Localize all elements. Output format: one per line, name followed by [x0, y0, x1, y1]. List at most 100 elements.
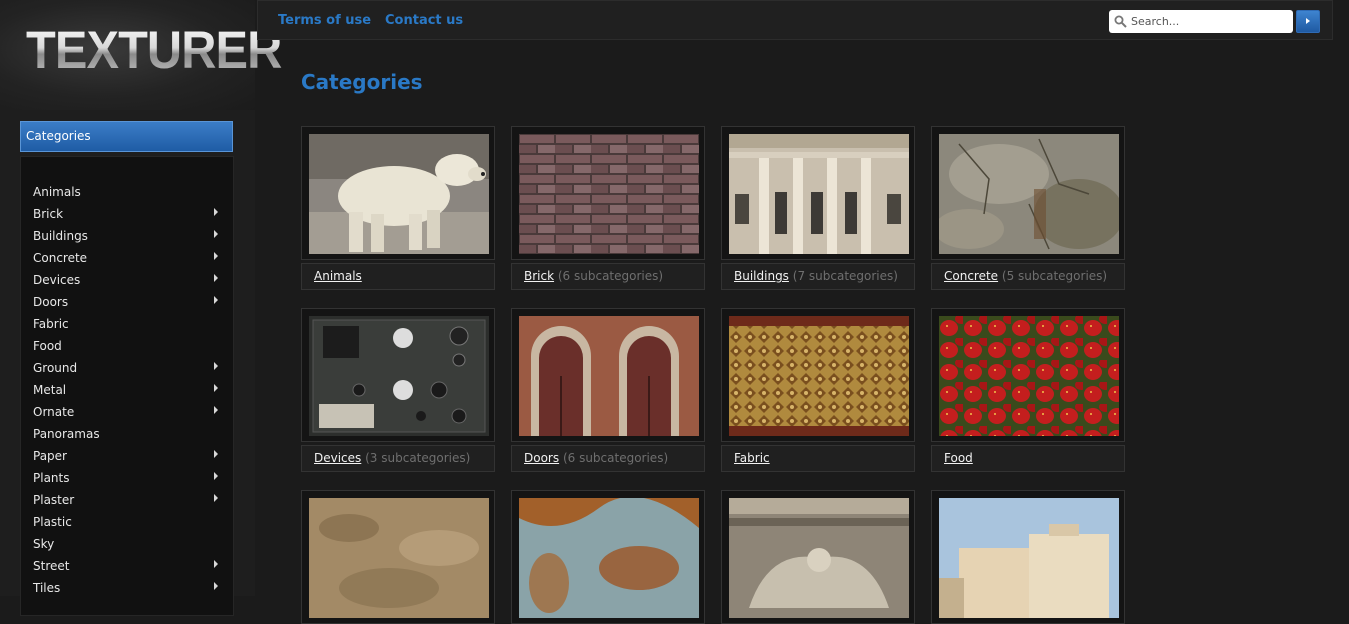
search-input[interactable] [1131, 12, 1289, 30]
control-panel-image [309, 316, 489, 436]
logo-area: TEXTURER [0, 0, 282, 110]
category-thumbnail[interactable] [301, 308, 495, 442]
sidebar-item-plants[interactable]: Plants [21, 467, 233, 489]
page-title: Categories [301, 70, 423, 94]
sidebar-item-label: Doors [33, 295, 69, 309]
sidebar-item-ornate[interactable]: Ornate [21, 401, 233, 423]
contact-us-link[interactable]: Contact us [385, 13, 463, 28]
category-thumbnail[interactable] [301, 126, 495, 260]
category-label: Doors (6 subcategories) [511, 445, 705, 472]
sidebar-item-label: Devices [33, 273, 81, 287]
chevron-right-icon [214, 560, 218, 568]
sidebar-item-label: Concrete [33, 251, 88, 265]
sidebar-item-label: Animals [33, 185, 81, 199]
sidebar-item-label: Food [33, 339, 62, 353]
city-panorama-image [939, 498, 1119, 618]
category-link[interactable]: Doors [524, 451, 559, 465]
category-label: Devices (3 subcategories) [301, 445, 495, 472]
category-thumbnail[interactable] [511, 490, 705, 624]
category-thumbnail[interactable] [721, 490, 915, 624]
ornate-relief-image [729, 498, 909, 618]
chevron-right-icon [214, 252, 218, 260]
chevron-right-icon [214, 296, 218, 304]
sidebar-item-food[interactable]: Food [21, 335, 233, 357]
search-submit-button[interactable] [1296, 10, 1320, 33]
sidebar-item-label: Sky [33, 537, 55, 551]
subcategory-count: (6 subcategories) [557, 269, 664, 283]
top-nav-bar: Terms of use Contact us [257, 0, 1333, 40]
sidebar-item-label: Panoramas [33, 427, 100, 441]
rusty-metal-image [519, 498, 699, 618]
terms-of-use-link[interactable]: Terms of use [278, 13, 371, 28]
sidebar-item-animals[interactable]: Animals [21, 181, 233, 203]
category-link[interactable]: Buildings [734, 269, 789, 283]
sidebar-item-label: Paper [33, 449, 67, 463]
category-link[interactable]: Animals [314, 269, 362, 283]
sidebar-item-buildings[interactable]: Buildings [21, 225, 233, 247]
arched-doors-image [519, 316, 699, 436]
chevron-right-icon [214, 362, 218, 370]
category-label: Concrete (5 subcategories) [931, 263, 1125, 290]
sidebar-item-label: Plaster [33, 493, 75, 507]
concrete-wall-image [939, 134, 1119, 254]
sidebar-item-paper[interactable]: Paper [21, 445, 233, 467]
category-link[interactable]: Food [944, 451, 973, 465]
category-thumbnail[interactable] [931, 308, 1125, 442]
patterned-fabric-image [729, 316, 909, 436]
play-arrow-icon [1306, 18, 1310, 24]
category-label: Buildings (7 subcategories) [721, 263, 915, 290]
chevron-right-icon [214, 274, 218, 282]
category-thumbnail[interactable] [301, 490, 495, 624]
chevron-right-icon [214, 230, 218, 238]
chevron-right-icon [214, 406, 218, 414]
sidebar-item-doors[interactable]: Doors [21, 291, 233, 313]
sidebar-item-label: Ground [33, 361, 78, 375]
sidebar-header[interactable]: Categories [20, 121, 233, 152]
chevron-right-icon [214, 450, 218, 458]
sidebar-item-concrete[interactable]: Concrete [21, 247, 233, 269]
sidebar-item-plaster[interactable]: Plaster [21, 489, 233, 511]
category-list: Animals Brick Buildings Concrete Devices… [20, 156, 234, 616]
sidebar-item-label: Buildings [33, 229, 88, 243]
sidebar-item-sky[interactable]: Sky [21, 533, 233, 555]
subcategory-count: (7 subcategories) [792, 269, 898, 283]
category-link[interactable]: Fabric [734, 451, 770, 465]
category-thumbnail[interactable] [511, 126, 705, 260]
sidebar: TEXTURER Categories Animals Brick Buildi… [0, 0, 282, 616]
sidebar-item-fabric[interactable]: Fabric [21, 313, 233, 335]
category-label: Fabric [721, 445, 915, 472]
category-label: Brick (6 subcategories) [511, 263, 705, 290]
category-thumbnail[interactable] [511, 308, 705, 442]
chevron-right-icon [214, 384, 218, 392]
category-label: Animals [301, 263, 495, 290]
sidebar-item-label: Brick [33, 207, 64, 221]
brick-wall-image [519, 134, 699, 254]
category-link[interactable]: Concrete [944, 269, 998, 283]
category-thumbnail[interactable] [931, 490, 1125, 624]
sidebar-item-metal[interactable]: Metal [21, 379, 233, 401]
category-link[interactable]: Devices [314, 451, 361, 465]
sidebar-item-ground[interactable]: Ground [21, 357, 233, 379]
sidebar-item-plastic[interactable]: Plastic [21, 511, 233, 533]
search-box [1109, 10, 1293, 33]
sidebar-item-label: Fabric [33, 317, 69, 331]
sidebar-item-street[interactable]: Street [21, 555, 233, 577]
category-link[interactable]: Brick [524, 269, 554, 283]
sidebar-item-devices[interactable]: Devices [21, 269, 233, 291]
sidebar-item-panoramas[interactable]: Panoramas [21, 423, 233, 445]
site-logo[interactable]: TEXTURER [26, 20, 282, 82]
polar-bear-image [309, 134, 489, 254]
category-thumbnail[interactable] [721, 308, 915, 442]
sidebar-item-label: Ornate [33, 405, 75, 419]
chevron-right-icon [214, 582, 218, 590]
search-icon [1114, 15, 1127, 28]
sidebar-item-label: Street [33, 559, 70, 573]
category-thumbnail[interactable] [931, 126, 1125, 260]
ground-soil-image [309, 498, 489, 618]
sidebar-item-brick[interactable]: Brick [21, 203, 233, 225]
sidebar-item-label: Metal [33, 383, 67, 397]
subcategory-count: (5 subcategories) [1001, 269, 1108, 283]
category-thumbnail[interactable] [721, 126, 915, 260]
sidebar-item-label: Tiles [33, 581, 61, 595]
chevron-right-icon [214, 472, 218, 480]
